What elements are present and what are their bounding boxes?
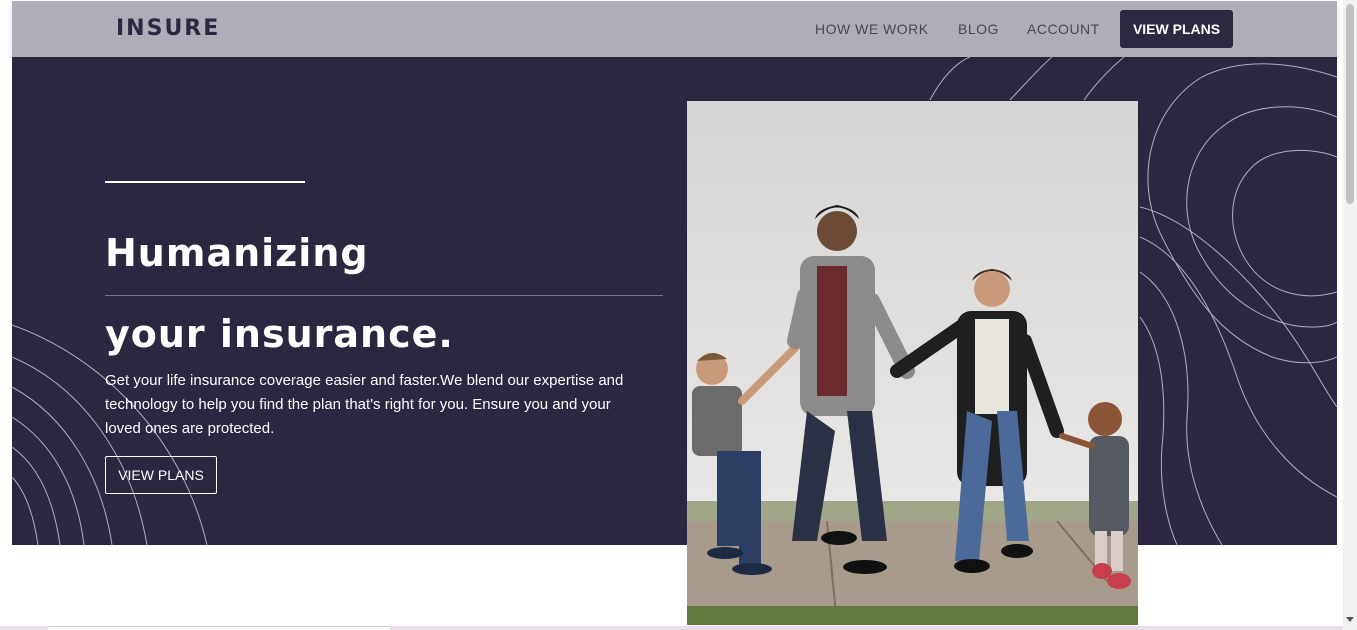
hero-section: Humanizing your insurance. Get your life…: [12, 57, 1337, 545]
scroll-down-arrow-icon[interactable]: [1346, 617, 1354, 622]
logo[interactable]: INSURE: [116, 16, 220, 41]
hero-title-line-1: Humanizing: [105, 231, 369, 275]
family-photo: [687, 101, 1138, 625]
nav-link-account[interactable]: ACCOUNT: [1027, 21, 1100, 37]
family-photo-illustration: [687, 101, 1138, 625]
hero-view-plans-button[interactable]: VIEW PLANS: [105, 456, 217, 494]
header-view-plans-button[interactable]: VIEW PLANS: [1120, 10, 1233, 48]
hero-divider: [105, 295, 663, 296]
site-header: INSURE HOW WE WORK BLOG ACCOUNT VIEW PLA…: [12, 1, 1337, 57]
hero-accent-rule: [105, 181, 305, 183]
hero-title-line-2: your insurance.: [105, 312, 454, 356]
hero-description: Get your life insurance coverage easier …: [105, 372, 624, 437]
page: INSURE HOW WE WORK BLOG ACCOUNT VIEW PLA…: [0, 0, 1357, 630]
scrollbar-thumb[interactable]: [1346, 4, 1354, 204]
nav-link-how-we-work[interactable]: HOW WE WORK: [815, 21, 929, 37]
vertical-scrollbar[interactable]: [1343, 0, 1357, 630]
bottom-tab: [48, 626, 390, 630]
nav-link-blog[interactable]: BLOG: [958, 21, 999, 37]
